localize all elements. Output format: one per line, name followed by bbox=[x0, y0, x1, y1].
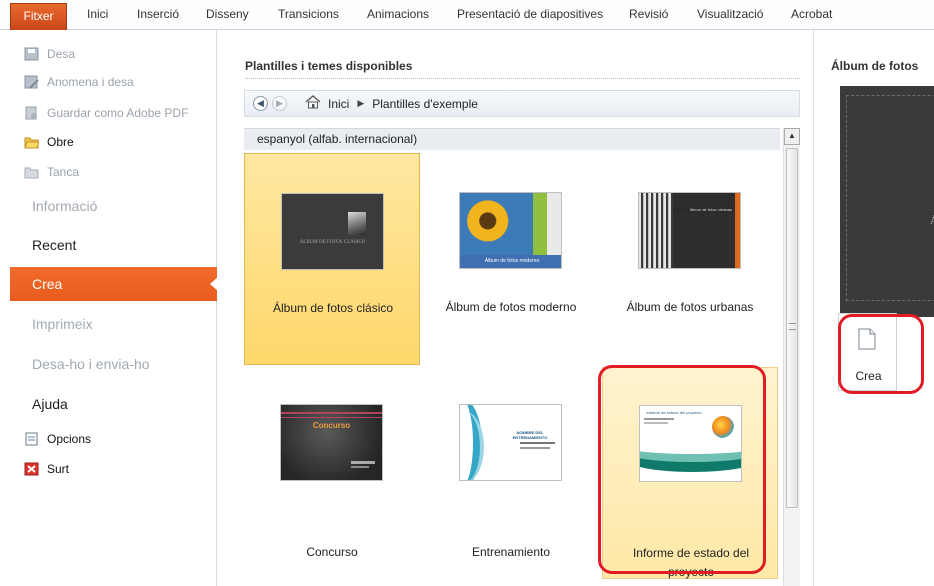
template-thumbnail: Álbum de fotos urbanas bbox=[638, 192, 741, 269]
template-tile[interactable]: Álbum de fotos moderno Álbum de fotos mo… bbox=[423, 153, 599, 365]
template-label: Álbum de fotos clásico bbox=[272, 301, 394, 315]
thumbnail-caption: Concurso bbox=[312, 421, 351, 430]
nav-save-pdf-label: Guardar como Adobe PDF bbox=[47, 106, 189, 120]
scroll-thumb[interactable] bbox=[786, 148, 798, 508]
thumbnail-caption: Álbum de fotos moderno bbox=[460, 255, 561, 268]
template-thumbnail: NOMBRE DEL ENTRENAMIENTO bbox=[459, 404, 562, 481]
template-label: Entrenamiento bbox=[471, 545, 551, 559]
nav-help[interactable]: Ajuda bbox=[10, 387, 217, 421]
scroll-up-button[interactable]: ▲ bbox=[784, 128, 800, 145]
divider bbox=[245, 78, 800, 79]
nav-open[interactable]: Obre bbox=[24, 132, 74, 152]
template-tile[interactable]: NOMBRE DEL ENTRENAMIENTO Entrenamiento bbox=[423, 367, 599, 579]
nav-info[interactable]: Informació bbox=[10, 189, 217, 223]
nav-open-label: Obre bbox=[47, 135, 74, 149]
save-as-icon bbox=[24, 75, 39, 89]
nav-print[interactable]: Imprimeix bbox=[10, 307, 217, 341]
vertical-scrollbar[interactable]: ▲ bbox=[783, 128, 800, 586]
tab-home[interactable]: Inici bbox=[87, 7, 108, 21]
preview-title: Álbum de fotos bbox=[831, 59, 919, 73]
thumbnail-caption: Álbum de fotos urbanas bbox=[673, 207, 735, 213]
template-tile[interactable]: ÁLBUM DE FOTOS CLÁSICO Álbum de fotos cl… bbox=[244, 153, 420, 365]
annotation-ring bbox=[838, 314, 924, 394]
template-thumbnail: Álbum de fotos moderno bbox=[459, 192, 562, 269]
template-label: Álbum de fotos moderno bbox=[445, 300, 577, 314]
template-thumbnail: ÁLBUM DE FOTOS CLÁSICO bbox=[281, 193, 384, 270]
template-label: Álbum de fotos urbanas bbox=[626, 300, 754, 314]
breadcrumb: ◀ ▶ Inici ▶ Plantilles d'exemple bbox=[244, 90, 800, 117]
folder-close-icon bbox=[24, 165, 39, 179]
preview-panel: Álbum de fotos ÁL Crea bbox=[813, 30, 934, 586]
tab-file[interactable]: Fitxer bbox=[10, 3, 67, 30]
tab-design[interactable]: Disseny bbox=[206, 7, 249, 21]
template-tile[interactable]: Álbum de fotos urbanas Álbum de fotos ur… bbox=[602, 153, 778, 365]
nav-options-label: Opcions bbox=[47, 432, 92, 446]
tab-slideshow[interactable]: Presentació de diapositives bbox=[457, 7, 603, 21]
tab-transitions[interactable]: Transicions bbox=[278, 7, 339, 21]
breadcrumb-current[interactable]: Plantilles d'exemple bbox=[372, 97, 478, 111]
tab-animations[interactable]: Animacions bbox=[367, 7, 429, 21]
nav-recent[interactable]: Recent bbox=[10, 228, 217, 262]
scroll-grip bbox=[789, 323, 796, 330]
annotation-ring bbox=[598, 365, 766, 574]
breadcrumb-home[interactable]: Inici bbox=[328, 97, 349, 111]
nav-close-label: Tanca bbox=[47, 165, 80, 179]
template-label: Concurso bbox=[306, 545, 358, 559]
preview-image: ÁL bbox=[840, 86, 934, 317]
nav-save-as[interactable]: Anomena i desa bbox=[24, 72, 134, 92]
thumbnail-caption: NOMBRE DEL ENTRENAMIENTO bbox=[512, 430, 548, 440]
template-thumbnail: Concurso bbox=[280, 404, 383, 481]
tab-insert[interactable]: Inserció bbox=[137, 7, 179, 21]
nav-save-label: Desa bbox=[47, 47, 76, 61]
chevron-right-icon: ▶ bbox=[357, 98, 365, 108]
home-icon[interactable] bbox=[305, 95, 321, 112]
tab-review[interactable]: Revisió bbox=[629, 7, 668, 21]
backstage-nav: Desa Anomena i desa Guardar como Adobe P… bbox=[10, 30, 218, 586]
tab-view[interactable]: Visualització bbox=[697, 7, 763, 21]
folder-open-icon bbox=[24, 135, 40, 149]
exit-icon bbox=[24, 462, 39, 476]
nav-new[interactable]: Crea bbox=[10, 267, 218, 301]
nav-save-send[interactable]: Desa-ho i envia-ho bbox=[10, 347, 217, 381]
options-icon bbox=[24, 432, 39, 446]
templates-title: Plantilles i temes disponibles bbox=[245, 59, 413, 73]
ribbon-tab-bar: Fitxer Inici Inserció Disseny Transicion… bbox=[0, 0, 934, 30]
nav-exit-label: Surt bbox=[47, 462, 70, 476]
template-tile[interactable]: Concurso Concurso bbox=[244, 367, 420, 579]
nav-save-as-label: Anomena i desa bbox=[47, 75, 134, 89]
nav-save[interactable]: Desa bbox=[24, 44, 75, 64]
preview-caption: ÁL bbox=[930, 216, 934, 227]
nav-save-pdf[interactable]: Guardar como Adobe PDF bbox=[24, 103, 188, 123]
forward-button[interactable]: ▶ bbox=[272, 96, 287, 111]
nav-close[interactable]: Tanca bbox=[24, 162, 79, 182]
pdf-icon bbox=[24, 106, 39, 120]
thumbnail-caption: ÁLBUM DE FOTOS CLÁSICO bbox=[299, 240, 366, 245]
preview-frame bbox=[846, 95, 934, 301]
templates-panel: Plantilles i temes disponibles ◀ ▶ Inici… bbox=[217, 30, 813, 586]
language-group-header: espanyol (alfab. internacional) bbox=[244, 128, 780, 150]
save-icon bbox=[24, 47, 39, 61]
tab-acrobat[interactable]: Acrobat bbox=[791, 7, 832, 21]
nav-exit[interactable]: Surt bbox=[24, 459, 69, 479]
nav-options[interactable]: Opcions bbox=[24, 429, 91, 449]
back-button[interactable]: ◀ bbox=[253, 96, 268, 111]
